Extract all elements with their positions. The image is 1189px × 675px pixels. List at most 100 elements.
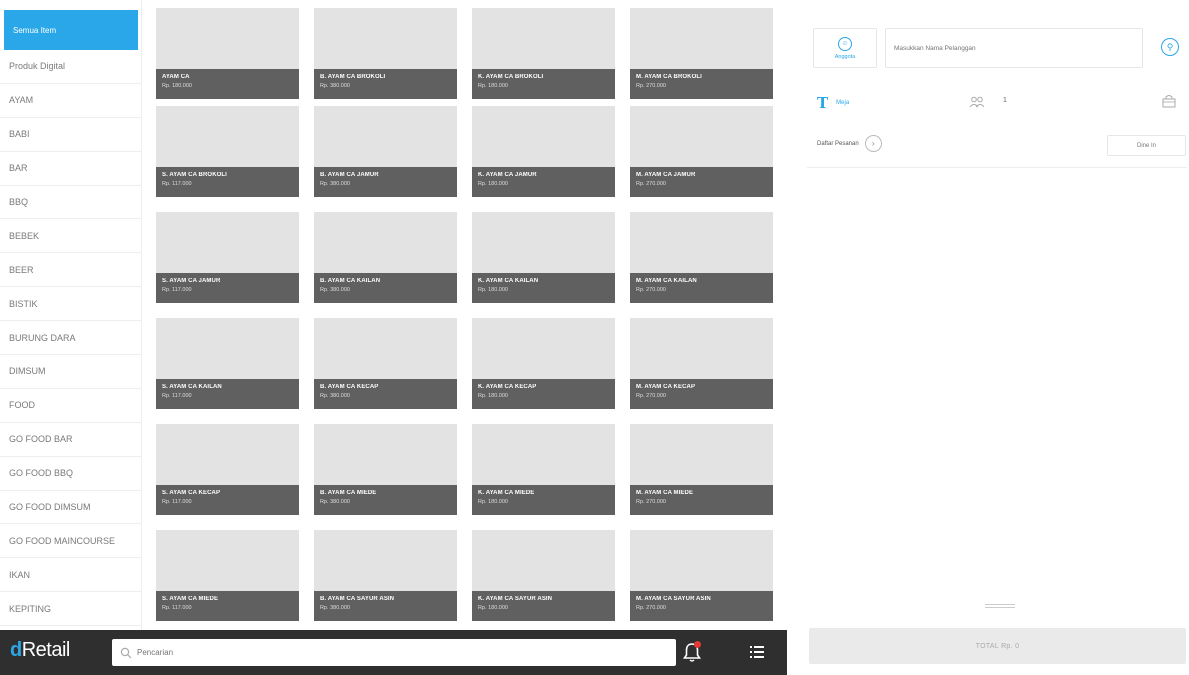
product-label: B. AYAM CA KAILAN Rp. 380.000 <box>314 273 457 303</box>
bottom-bar: dRetail <box>0 630 787 675</box>
sidebar-category-item[interactable]: GO FOOD BBQ <box>0 457 141 491</box>
product-tile[interactable]: S. AYAM CA KECAP Rp. 117.000 <box>156 424 299 515</box>
product-price: Rp. 180.000 <box>478 287 508 293</box>
product-tile[interactable]: S. AYAM CA JAMUR Rp. 117.000 <box>156 212 299 303</box>
product-label: S. AYAM CA BROKOLI Rp. 117.000 <box>156 167 299 197</box>
product-tile[interactable]: AYAM CA Rp. 180.000 <box>156 8 299 99</box>
product-tile[interactable]: K. AYAM CA KAILAN Rp. 180.000 <box>472 212 615 303</box>
sidebar-category-item[interactable]: DIMSUM <box>0 355 141 389</box>
product-tile[interactable]: M. AYAM CA KECAP Rp. 270.000 <box>630 318 773 409</box>
menu-button[interactable] <box>749 644 765 660</box>
sidebar-category-item[interactable]: FOOD <box>0 389 141 423</box>
search-input[interactable] <box>137 648 657 657</box>
sidebar-category-item[interactable]: AYAM <box>0 84 141 118</box>
table-icon: T <box>817 94 829 112</box>
product-name: K. AYAM CA BROKOLI <box>478 74 544 80</box>
logo-text: Retail <box>21 639 71 661</box>
customer-lookup-button[interactable]: ⚲ <box>1161 38 1179 56</box>
sidebar-category-item[interactable]: Semua Item <box>4 10 138 50</box>
table-selector[interactable]: T Meja <box>817 94 849 112</box>
product-name: B. AYAM CA BROKOLI <box>320 74 386 80</box>
product-tile[interactable]: K. AYAM CA JAMUR Rp. 180.000 <box>472 106 615 197</box>
sidebar-category-item[interactable]: KEPITING <box>0 592 141 627</box>
sidebar-category-item[interactable]: BURUNG DARA <box>0 321 141 356</box>
product-label: M. AYAM CA JAMUR Rp. 270.000 <box>630 167 773 197</box>
product-label: M. AYAM CA MIEDE Rp. 270.000 <box>630 485 773 515</box>
product-tile[interactable]: B. AYAM CA MIEDE Rp. 380.000 <box>314 424 457 515</box>
product-tile[interactable]: B. AYAM CA SAYUR ASIN Rp. 380.000 <box>314 530 457 621</box>
dine-in-button[interactable]: Dine In <box>1107 135 1186 156</box>
product-name: M. AYAM CA KAILAN <box>636 278 697 284</box>
drag-handle[interactable] <box>985 604 1015 608</box>
total-pay-button[interactable]: TOTAL Rp. 0 <box>809 628 1186 664</box>
product-name: K. AYAM CA JAMUR <box>478 172 537 178</box>
product-name: AYAM CA <box>162 74 190 80</box>
sidebar-category-item[interactable]: GO FOOD MAINCOURSE <box>0 524 141 559</box>
order-list-label: Daftar Pesanan <box>817 140 859 147</box>
sidebar-category-item[interactable]: Produk Digital <box>0 50 141 84</box>
sidebar-category-item[interactable]: BEBEK <box>0 219 141 254</box>
product-price: Rp. 180.000 <box>478 499 508 505</box>
divider <box>807 167 1187 168</box>
product-tile[interactable]: B. AYAM CA BROKOLI Rp. 380.000 <box>314 8 457 99</box>
customer-name-input[interactable] <box>894 44 1134 52</box>
product-tile[interactable]: K. AYAM CA BROKOLI Rp. 180.000 <box>472 8 615 99</box>
member-icon: ☺ <box>838 36 852 51</box>
customer-name-field[interactable] <box>885 28 1143 68</box>
product-tile[interactable]: M. AYAM CA MIEDE Rp. 270.000 <box>630 424 773 515</box>
sidebar-category-item[interactable]: BISTIK <box>0 287 141 322</box>
product-tile[interactable]: S. AYAM CA BROKOLI Rp. 117.000 <box>156 106 299 197</box>
search-box[interactable] <box>112 639 676 666</box>
sidebar-category-item[interactable]: BBQ <box>0 186 141 220</box>
product-tile[interactable]: B. AYAM CA JAMUR Rp. 380.000 <box>314 106 457 197</box>
product-price: Rp. 117.000 <box>162 181 192 187</box>
sidebar-category-item[interactable]: BAR <box>0 152 141 186</box>
product-label: K. AYAM CA MIEDE Rp. 180.000 <box>472 485 615 515</box>
product-tile[interactable]: M. AYAM CA JAMUR Rp. 270.000 <box>630 106 773 197</box>
product-price: Rp. 270.000 <box>636 287 666 293</box>
product-label: B. AYAM CA JAMUR Rp. 380.000 <box>314 167 457 197</box>
product-tile[interactable]: B. AYAM CA KECAP Rp. 380.000 <box>314 318 457 409</box>
product-label: K. AYAM CA KECAP Rp. 180.000 <box>472 379 615 409</box>
order-list-toggle[interactable]: Daftar Pesanan › <box>817 135 882 152</box>
sidebar-category-item[interactable]: BEER <box>0 253 141 288</box>
table-label: Meja <box>836 100 850 106</box>
product-tile[interactable]: M. AYAM CA KAILAN Rp. 270.000 <box>630 212 773 303</box>
product-tile[interactable]: S. AYAM CA KAILAN Rp. 117.000 <box>156 318 299 409</box>
product-tile[interactable]: M. AYAM CA SAYUR ASIN Rp. 270.000 <box>630 530 773 621</box>
product-tile[interactable]: S. AYAM CA MIEDE Rp. 117.000 <box>156 530 299 621</box>
product-name: B. AYAM CA KAILAN <box>320 278 381 284</box>
product-name: B. AYAM CA KECAP <box>320 384 379 390</box>
search-icon <box>120 647 132 658</box>
product-label: B. AYAM CA MIEDE Rp. 380.000 <box>314 485 457 515</box>
guests-icon[interactable] <box>969 96 985 108</box>
sidebar-category-item[interactable]: GO FOOD BAR <box>0 423 141 457</box>
product-label: K. AYAM CA JAMUR Rp. 180.000 <box>472 167 615 197</box>
product-name: B. AYAM CA JAMUR <box>320 172 379 178</box>
member-label: Anggota <box>834 53 856 60</box>
product-price: Rp. 380.000 <box>320 499 350 505</box>
notification-dot <box>694 641 701 648</box>
product-price: Rp. 380.000 <box>320 287 350 293</box>
sidebar-category-item[interactable]: IKAN <box>0 558 141 593</box>
product-name: S. AYAM CA MIEDE <box>162 596 219 602</box>
logo-prefix: d <box>10 639 22 661</box>
member-button[interactable]: ☺ Anggota <box>813 28 877 68</box>
product-label: M. AYAM CA KAILAN Rp. 270.000 <box>630 273 773 303</box>
app-logo: dRetail <box>10 639 70 662</box>
product-price: Rp. 380.000 <box>320 393 350 399</box>
product-name: M. AYAM CA MIEDE <box>636 490 694 496</box>
takeaway-bag-icon[interactable] <box>1161 94 1177 108</box>
product-name: S. AYAM CA JAMUR <box>162 278 221 284</box>
notification-bell-button[interactable] <box>682 641 702 663</box>
product-tile[interactable]: K. AYAM CA KECAP Rp. 180.000 <box>472 318 615 409</box>
product-price: Rp. 270.000 <box>636 605 666 611</box>
product-tile[interactable]: M. AYAM CA BROKOLI Rp. 270.000 <box>630 8 773 99</box>
sidebar-category-item[interactable]: GO FOOD DIMSUM <box>0 491 141 525</box>
product-tile[interactable]: K. AYAM CA SAYUR ASIN Rp. 180.000 <box>472 530 615 621</box>
product-tile[interactable]: B. AYAM CA KAILAN Rp. 380.000 <box>314 212 457 303</box>
list-menu-icon <box>750 646 764 658</box>
sidebar-category-item[interactable]: BABI <box>0 118 141 152</box>
pos-app: Semua Item Produk Digital AYAM BABI BAR BBQ BE… <box>0 0 1189 675</box>
product-tile[interactable]: K. AYAM CA MIEDE Rp. 180.000 <box>472 424 615 515</box>
